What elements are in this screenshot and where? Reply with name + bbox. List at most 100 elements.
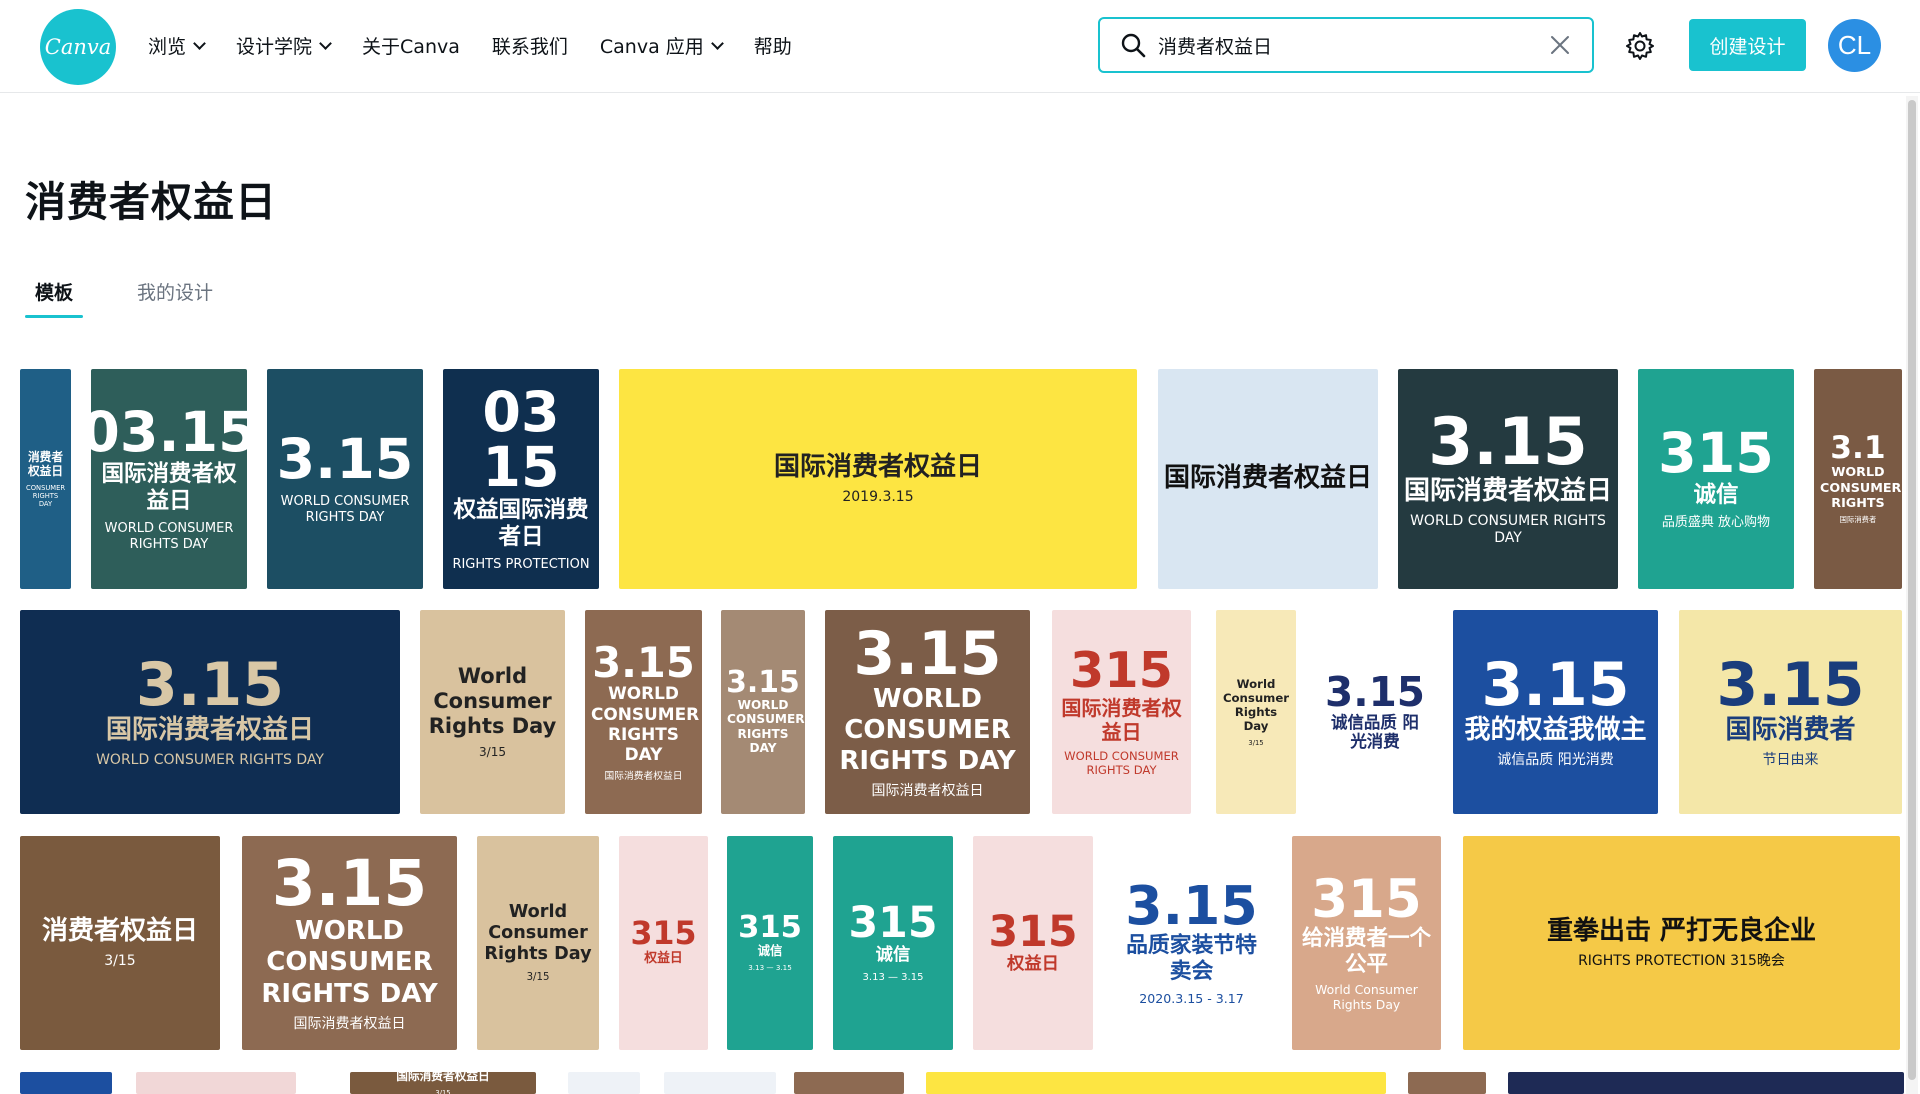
template-headline: 3.15: [276, 427, 414, 492]
template-headline: 3.15: [271, 847, 428, 921]
template-card[interactable]: [926, 1072, 1386, 1094]
nav-item-1[interactable]: 设计学院: [236, 32, 332, 59]
avatar-initials: CL: [1837, 30, 1872, 60]
template-card[interactable]: 3.15 WORLD CONSUMER RIGHTS DAY 国际消费者权益日: [585, 610, 702, 814]
template-card[interactable]: 315 国际消费者权益日 WORLD CONSUMER RIGHTS DAY: [1052, 610, 1191, 814]
template-subtitle: CONSUMER RIGHTS DAY: [26, 483, 66, 509]
chevron-down-icon: [319, 36, 332, 50]
template-title: 诚信: [875, 944, 911, 965]
template-card[interactable]: 消费者权益日 3/15: [20, 836, 220, 1050]
template-subtitle: 3/15: [435, 1088, 451, 1094]
template-card[interactable]: 315 诚信 3.13 — 3.15: [833, 836, 953, 1050]
template-headline: 3.15: [726, 664, 800, 700]
template-card[interactable]: 国际消费者权益日: [1158, 369, 1378, 589]
logo-text: Canva: [44, 35, 112, 59]
template-title: 消费者权益日: [27, 449, 64, 478]
template-card[interactable]: [568, 1072, 640, 1094]
template-headline: 315: [1311, 868, 1422, 930]
template-headline: 3.15: [1325, 667, 1425, 716]
create-design-button[interactable]: 创建设计: [1689, 19, 1806, 71]
template-card[interactable]: 3.15 我的权益我做主 诚信品质 阳光消费: [1453, 610, 1658, 814]
template-card[interactable]: [1408, 1072, 1486, 1094]
template-title: WORLD CONSUMER RIGHTS DAY: [839, 683, 1016, 777]
template-card[interactable]: 3.15 WORLD CONSUMER RIGHTS DAY 国际消费者权益日: [242, 836, 457, 1050]
template-card[interactable]: 3.15 国际消费者 节日由来: [1679, 610, 1902, 814]
template-subtitle: 国际消费者权益日: [871, 783, 984, 800]
template-title: WORLD CONSUMER RIGHTS DAY: [727, 697, 805, 756]
template-title: 国际消费者权益日: [101, 461, 237, 515]
template-card[interactable]: [664, 1072, 776, 1094]
template-card[interactable]: 315 诚信 品质盛典 放心购物: [1638, 369, 1794, 589]
template-card[interactable]: 03.15 国际消费者权益日 WORLD CONSUMER RIGHTS DAY: [91, 369, 247, 589]
template-card[interactable]: [794, 1072, 904, 1094]
template-card[interactable]: 3.15 诚信品质 阳光消费: [1318, 610, 1432, 814]
template-card[interactable]: 3.15 WORLD CONSUMER RIGHTS DAY: [721, 610, 805, 814]
template-card[interactable]: 3.15 国际消费者权益日 WORLD CONSUMER RIGHTS DAY: [1398, 369, 1618, 589]
template-headline: 315: [848, 898, 938, 949]
search-input[interactable]: [1158, 27, 1528, 63]
template-card[interactable]: 3.15 WORLD CONSUMER RIGHTS DAY: [267, 369, 423, 589]
template-subtitle: WORLD CONSUMER RIGHTS DAY: [96, 752, 324, 769]
close-icon[interactable]: [1548, 33, 1572, 57]
template-headline: 3.15: [1125, 874, 1258, 938]
tab-my-designs[interactable]: 我的设计: [137, 278, 213, 305]
template-subtitle: 3/15: [1248, 739, 1264, 748]
template-card[interactable]: 3.15 品质家装节特卖会 2020.3.15 - 3.17: [1116, 836, 1267, 1050]
nav-item-4[interactable]: Canva 应用: [599, 32, 724, 59]
template-headline: 3.15: [592, 637, 695, 687]
template-title: WORLD CONSUMER RIGHTS DAY: [261, 916, 438, 1009]
nav-item-5[interactable]: 帮助: [754, 32, 792, 59]
template-subtitle: 国际消费者: [1839, 515, 1877, 525]
template-card[interactable]: 消费者权益日 CONSUMER RIGHTS DAY: [20, 369, 71, 589]
template-card[interactable]: 315 诚信 3.13 — 3.15: [727, 836, 813, 1050]
template-title: 国际消费者权益日: [1164, 463, 1373, 494]
canva-logo[interactable]: Canva: [40, 9, 116, 85]
nav-item-label: 关于Canva: [362, 36, 460, 58]
nav-item-label: Canva 应用: [599, 36, 704, 58]
template-subtitle: World Consumer Rights Day: [1315, 982, 1418, 1013]
tab-templates[interactable]: 模板: [35, 278, 73, 305]
template-title: WORLD CONSUMER RIGHTS: [1820, 464, 1902, 510]
chevron-down-icon: [193, 36, 206, 50]
template-title: World Consumer Rights Day: [1222, 676, 1290, 733]
main-nav: 浏览 设计学院 关于Canva 联系我们 Canva 应用 帮助: [148, 0, 824, 91]
template-title: 国际消费者权益日: [1404, 475, 1613, 506]
template-title: 权益国际消费者日: [453, 496, 589, 550]
template-card[interactable]: [1508, 1072, 1904, 1094]
template-title: 品质家装节特卖会: [1126, 933, 1257, 985]
template-card[interactable]: 315 权益日: [973, 836, 1093, 1050]
nav-item-label: 浏览: [148, 36, 187, 58]
nav-item-3[interactable]: 联系我们: [492, 32, 568, 59]
template-card[interactable]: 3.15 国际消费者权益日 WORLD CONSUMER RIGHTS DAY: [20, 610, 400, 814]
template-headline: 315: [1658, 421, 1774, 486]
template-subtitle: WORLD CONSUMER RIGHTS DAY: [280, 494, 410, 525]
template-card[interactable]: 315 给消费者一个公平 World Consumer Rights Day: [1292, 836, 1441, 1050]
template-card[interactable]: 国际消费者权益日 2019.3.15: [619, 369, 1137, 589]
template-card[interactable]: 3.15 WORLD CONSUMER RIGHTS DAY 国际消费者权益日: [825, 610, 1030, 814]
template-card[interactable]: 315 权益日: [619, 836, 708, 1050]
template-subtitle: 节日由来: [1762, 752, 1819, 769]
template-headline: 3.15: [1428, 405, 1588, 481]
template-card[interactable]: 重拳出击 严打无良企业 RIGHTS PROTECTION 315晚会: [1463, 836, 1900, 1050]
nav-item-0[interactable]: 浏览: [148, 32, 206, 59]
template-subtitle: 3.13 — 3.15: [748, 963, 792, 973]
template-card[interactable]: World Consumer Rights Day 3/15: [1216, 610, 1296, 814]
template-headline: 03 15: [482, 380, 560, 501]
template-card[interactable]: World Consumer Rights Day 3/15: [477, 836, 599, 1050]
template-card[interactable]: [20, 1072, 112, 1094]
template-card[interactable]: 3.1 WORLD CONSUMER RIGHTS 国际消费者: [1814, 369, 1902, 589]
template-headline: 3.1: [1830, 430, 1886, 467]
template-subtitle: 3.13 — 3.15: [862, 971, 924, 983]
avatar[interactable]: CL: [1828, 19, 1881, 72]
template-subtitle: RIGHTS PROTECTION 315晚会: [1578, 953, 1785, 970]
gear-icon[interactable]: [1624, 30, 1656, 62]
template-card[interactable]: World Consumer Rights Day 3/15: [420, 610, 565, 814]
template-card[interactable]: 03 15 权益国际消费者日 RIGHTS PROTECTION: [443, 369, 599, 589]
nav-item-2[interactable]: 关于Canva: [362, 32, 460, 59]
scrollbar-thumb[interactable]: [1908, 100, 1916, 1080]
template-title: 国际消费者权益日: [773, 452, 982, 482]
search-box: [1098, 17, 1594, 73]
search-icon: [1121, 33, 1146, 58]
template-card[interactable]: [136, 1072, 296, 1094]
template-card[interactable]: 国际消费者权益日 3/15: [350, 1072, 536, 1094]
